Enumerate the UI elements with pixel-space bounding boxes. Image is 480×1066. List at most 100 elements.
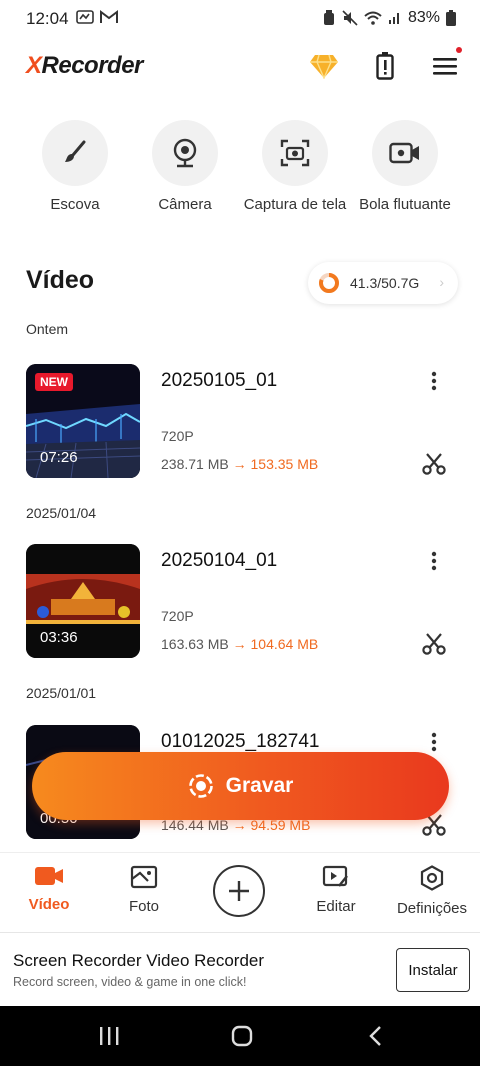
hamburger-menu-icon — [433, 58, 457, 75]
gmail-icon — [100, 10, 118, 23]
image-icon — [130, 865, 158, 889]
scissors-icon — [422, 633, 446, 655]
tool-screenshot[interactable]: Captura de tela — [240, 120, 350, 215]
nav-photo-label: Foto — [128, 898, 159, 915]
video-resolution: 720P — [161, 428, 194, 444]
video-name: 01012025_182741 — [161, 731, 320, 752]
chevron-right-icon: › — [439, 274, 444, 290]
video-resolution: 720P — [161, 608, 194, 624]
app-screen: 12:04 83% XRecorder Escova Câmera Captur… — [0, 0, 480, 1066]
screenshot-icon — [280, 139, 310, 167]
size-arrow: → — [232, 456, 247, 472]
bottom-nav: Vídeo Foto Editar Definições — [0, 852, 480, 932]
video-camera-icon — [389, 142, 419, 164]
nav-photo[interactable]: Foto — [99, 865, 189, 915]
storage-text: 41.3/50.7G — [350, 275, 420, 291]
video-camera-icon — [35, 867, 63, 885]
storage-indicator[interactable]: 41.3/50.7G › — [308, 262, 458, 304]
video-duration: 07:26 — [40, 449, 78, 466]
tool-brush-label: Escova — [50, 196, 100, 213]
size-compressed: 104.64 MB — [250, 636, 319, 652]
video-list-item[interactable]: NEW 07:26 20250105_01 720P 238.71 MB → 1… — [26, 364, 456, 478]
plus-icon — [229, 881, 249, 901]
tool-brush[interactable]: Escova — [20, 120, 130, 215]
status-right-icons: 83% — [322, 9, 456, 27]
size-original: 163.63 MB — [161, 636, 229, 652]
tool-camera-circle — [152, 120, 218, 186]
tool-floating-ball-circle — [372, 120, 438, 186]
battery-icon — [446, 10, 456, 26]
section-title: Vídeo — [26, 266, 95, 294]
brush-icon — [65, 140, 86, 162]
video-thumbnail[interactable]: 03:36 — [26, 544, 140, 658]
nav-settings[interactable]: Definições — [387, 865, 477, 917]
more-vert-icon — [431, 732, 437, 752]
nav-edit-label: Editar — [316, 898, 356, 915]
status-time: 12:04 — [26, 9, 69, 28]
battery-percent: 83% — [407, 9, 440, 26]
tool-screenshot-circle — [262, 120, 328, 186]
logo-text: Recorder — [41, 52, 144, 79]
ad-banner[interactable]: Screen Recorder Video Recorder Record sc… — [0, 932, 480, 1006]
nav-video-label: Vídeo — [28, 896, 70, 913]
home-icon[interactable] — [231, 1025, 253, 1047]
menu-button[interactable] — [429, 50, 461, 82]
app-logo: XRecorder — [26, 52, 143, 80]
date-header: Ontem — [26, 321, 69, 337]
tool-brush-circle — [42, 120, 108, 186]
nav-video[interactable]: Vídeo — [4, 865, 94, 913]
tool-camera[interactable]: Câmera — [130, 120, 240, 215]
battery-saver-button[interactable] — [369, 50, 401, 82]
ad-subtitle: Record screen, video & game in one click… — [13, 975, 247, 989]
video-size: 238.71 MB → 153.35 MB — [161, 456, 318, 472]
size-original: 238.71 MB — [161, 456, 229, 472]
system-nav-bar — [0, 1006, 480, 1066]
storage-ring-icon — [319, 273, 339, 293]
video-duration: 03:36 — [40, 629, 78, 646]
video-name: 20250105_01 — [161, 370, 278, 391]
status-left-icons — [76, 10, 118, 24]
back-icon[interactable] — [368, 1025, 382, 1047]
alarm-icon — [323, 10, 334, 25]
scissors-icon — [422, 453, 446, 475]
add-button[interactable] — [213, 865, 265, 917]
video-size: 163.63 MB → 104.64 MB — [161, 636, 318, 652]
notification-icon — [76, 10, 94, 24]
diamond-icon — [310, 54, 338, 79]
date-header: 2025/01/04 — [26, 505, 97, 521]
nav-settings-label: Definições — [396, 900, 468, 917]
tool-floating-ball-label: Bola flutuante — [359, 196, 451, 213]
tool-screenshot-label: Captura de tela — [243, 196, 347, 213]
signal-icon — [388, 13, 399, 24]
tool-floating-ball[interactable]: Bola flutuante — [350, 120, 460, 215]
tool-camera-label: Câmera — [158, 196, 212, 213]
battery-alert-icon — [376, 52, 394, 80]
record-icon — [188, 774, 213, 798]
more-vert-icon — [431, 551, 437, 571]
nav-edit[interactable]: Editar — [291, 865, 381, 915]
notification-dot — [456, 47, 462, 53]
webcam-icon — [173, 138, 197, 168]
trim-button[interactable] — [420, 630, 448, 658]
more-vert-icon — [431, 371, 437, 391]
wifi-icon — [364, 11, 382, 25]
video-thumbnail[interactable]: NEW 07:26 — [26, 364, 140, 478]
recent-apps-icon[interactable] — [98, 1026, 120, 1046]
mute-icon — [342, 10, 358, 26]
trim-button[interactable] — [420, 450, 448, 478]
more-options-button[interactable] — [424, 368, 444, 394]
more-options-button[interactable] — [424, 548, 444, 574]
ad-title: Screen Recorder Video Recorder — [13, 951, 265, 970]
size-compressed: 153.35 MB — [250, 456, 319, 472]
premium-diamond-button[interactable] — [308, 50, 340, 82]
edit-video-icon — [322, 865, 348, 887]
logo-x: X — [26, 52, 42, 79]
video-list-item[interactable]: 03:36 20250104_01 720P 163.63 MB → 104.6… — [26, 544, 456, 658]
video-name: 20250104_01 — [161, 550, 278, 571]
status-bar: 12:04 83% — [0, 0, 480, 36]
size-arrow: → — [232, 636, 247, 652]
more-options-button[interactable] — [424, 729, 444, 755]
record-button[interactable]: Gravar — [32, 752, 449, 820]
install-button[interactable]: Instalar — [396, 948, 470, 992]
new-badge: NEW — [35, 373, 73, 391]
